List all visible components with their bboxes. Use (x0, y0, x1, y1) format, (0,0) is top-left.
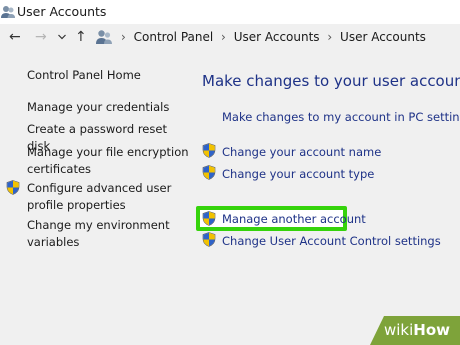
main-panel: Make changes to your user account Make c… (190, 52, 460, 345)
shield-icon (202, 211, 216, 226)
chevron-down-icon[interactable] (58, 33, 66, 41)
change-account-type-link[interactable]: Change your account type (222, 167, 374, 181)
shield-icon (202, 232, 216, 247)
back-arrow-icon[interactable]: ← (9, 29, 21, 45)
watermark-logo: wikiHow (384, 321, 451, 339)
sidebar-item-label: profile properties (27, 198, 126, 212)
up-arrow-icon[interactable]: ↑ (75, 29, 87, 45)
sidebar-item-label: Manage your file encryption (27, 145, 189, 159)
sidebar-item-label: variables (27, 235, 80, 249)
title-bar: User Accounts (0, 0, 460, 24)
change-uac-settings-link[interactable]: Change User Account Control settings (222, 234, 441, 248)
address-bar: ← → ↑ › Control Panel › User Accounts › … (0, 24, 460, 52)
breadcrumb-user-accounts[interactable]: User Accounts (234, 30, 320, 44)
breadcrumb-separator-icon: › (327, 30, 333, 44)
breadcrumb-separator-icon: › (121, 30, 126, 44)
shield-icon (202, 143, 216, 158)
pc-settings-link[interactable]: Make changes to my account in PC setting… (222, 110, 460, 124)
page-title: Make changes to your user account (202, 72, 460, 90)
window-title: User Accounts (17, 4, 107, 19)
user-accounts-icon (1, 6, 15, 18)
shield-icon (202, 165, 216, 180)
sidebar: Control Panel Home Manage your credentia… (0, 52, 190, 345)
change-account-name-link[interactable]: Change your account name (222, 145, 381, 159)
breadcrumb-user-accounts-current[interactable]: User Accounts (340, 30, 426, 44)
sidebar-item-label: Change my environment (27, 218, 170, 232)
sidebar-item-label: certificates (27, 162, 92, 176)
sidebar-control-panel-home[interactable]: Control Panel Home (27, 67, 141, 84)
breadcrumb-separator-icon: › (221, 30, 226, 44)
manage-another-account-link[interactable]: Manage another account (222, 212, 366, 226)
forward-arrow-icon[interactable]: → (35, 29, 47, 45)
shield-icon (6, 180, 20, 195)
sidebar-item-environment-variables[interactable]: Change my environment variables (27, 217, 170, 251)
sidebar-item-advanced-profile[interactable]: Configure advanced user profile properti… (27, 180, 171, 214)
breadcrumb-control-panel[interactable]: Control Panel (134, 30, 214, 44)
sidebar-item-label: Configure advanced user (27, 181, 172, 195)
sidebar-item-file-encryption[interactable]: Manage your file encryption certificates (27, 144, 189, 178)
sidebar-item-manage-credentials[interactable]: Manage your credentials (27, 99, 169, 116)
user-accounts-icon (96, 30, 112, 44)
breadcrumb: › Control Panel › User Accounts › User A… (117, 30, 426, 44)
